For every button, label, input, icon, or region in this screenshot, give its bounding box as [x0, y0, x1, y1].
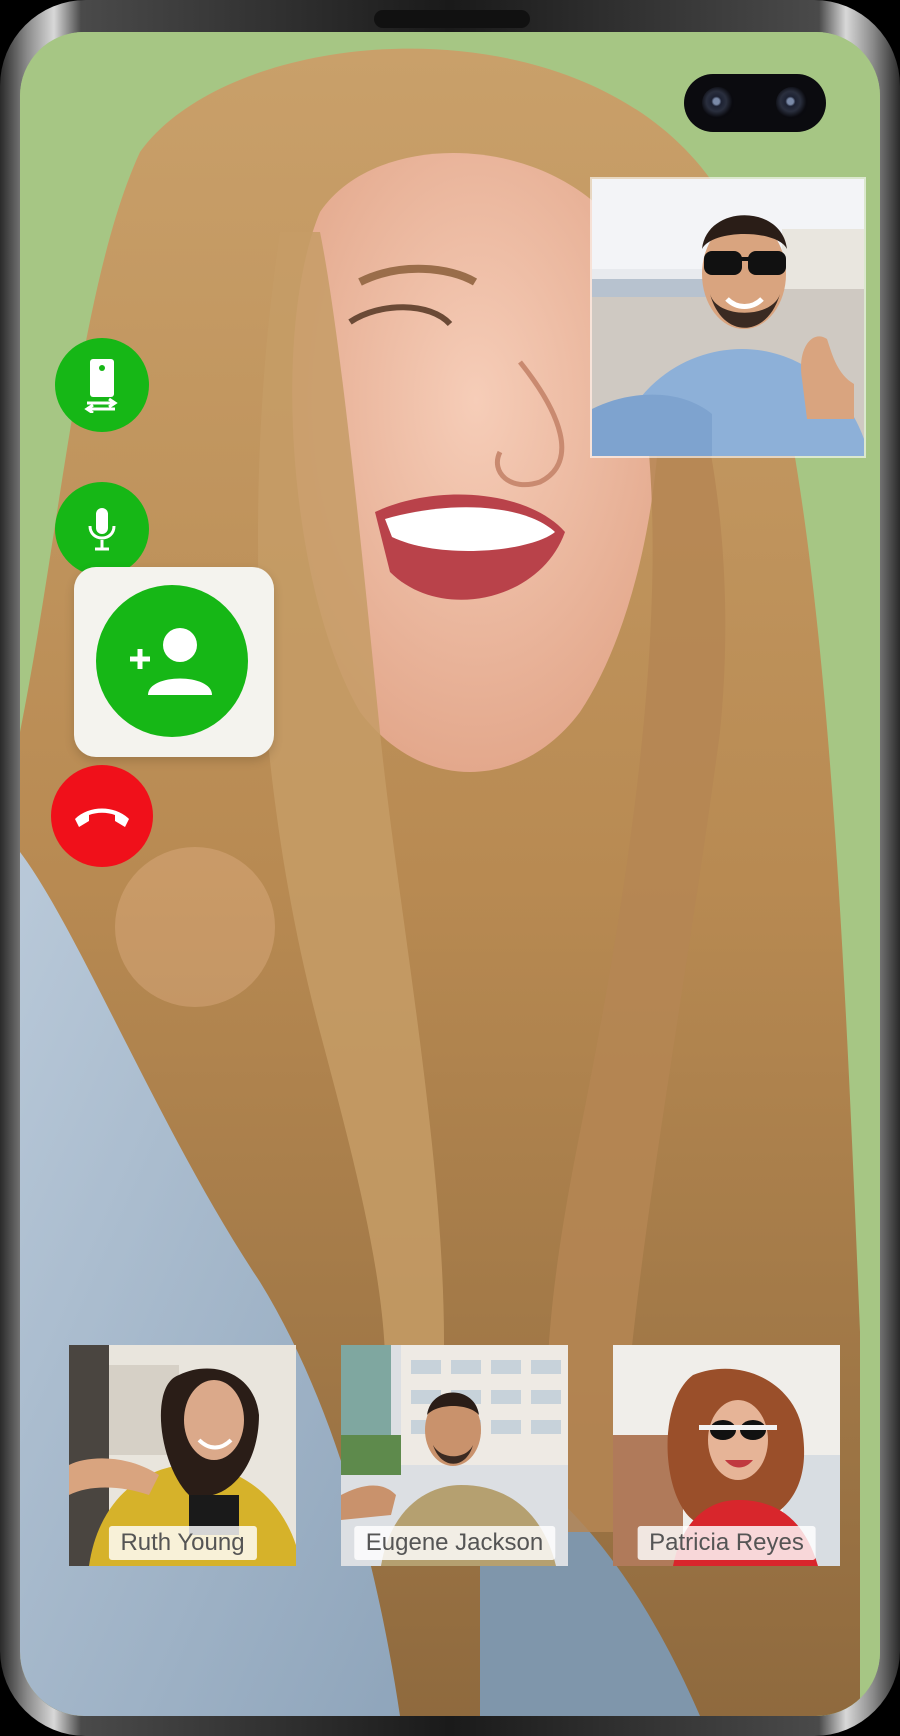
participant-name: Patricia Reyes	[637, 1526, 816, 1560]
earpiece-speaker	[374, 10, 530, 28]
camera-lens	[776, 87, 808, 119]
participant-tile[interactable]: Eugene Jackson	[341, 1345, 568, 1566]
add-person-icon	[130, 628, 212, 695]
end-call-button[interactable]	[51, 765, 153, 867]
front-camera-cutout	[684, 74, 826, 132]
end-call-icon	[75, 808, 129, 827]
video-call-screen: Ruth Young Eugene Jackson Patricia Reyes	[20, 32, 880, 1716]
add-participant-button[interactable]	[96, 585, 248, 737]
participant-name: Eugene Jackson	[353, 1526, 556, 1560]
phone-frame: Ruth Young Eugene Jackson Patricia Reyes	[0, 0, 900, 1736]
switch-camera-icon	[84, 359, 118, 413]
pip-video-feed	[592, 179, 864, 456]
participant-tile[interactable]: Patricia Reyes	[613, 1345, 840, 1566]
camera-lens	[702, 87, 734, 119]
participant-name: Ruth Young	[108, 1526, 257, 1560]
microphone-icon	[88, 508, 116, 551]
add-participant-card[interactable]	[74, 567, 274, 757]
switch-camera-button[interactable]	[55, 338, 149, 432]
microphone-button[interactable]	[55, 482, 149, 576]
picture-in-picture-video[interactable]	[590, 177, 866, 458]
participant-tile[interactable]: Ruth Young	[69, 1345, 296, 1566]
